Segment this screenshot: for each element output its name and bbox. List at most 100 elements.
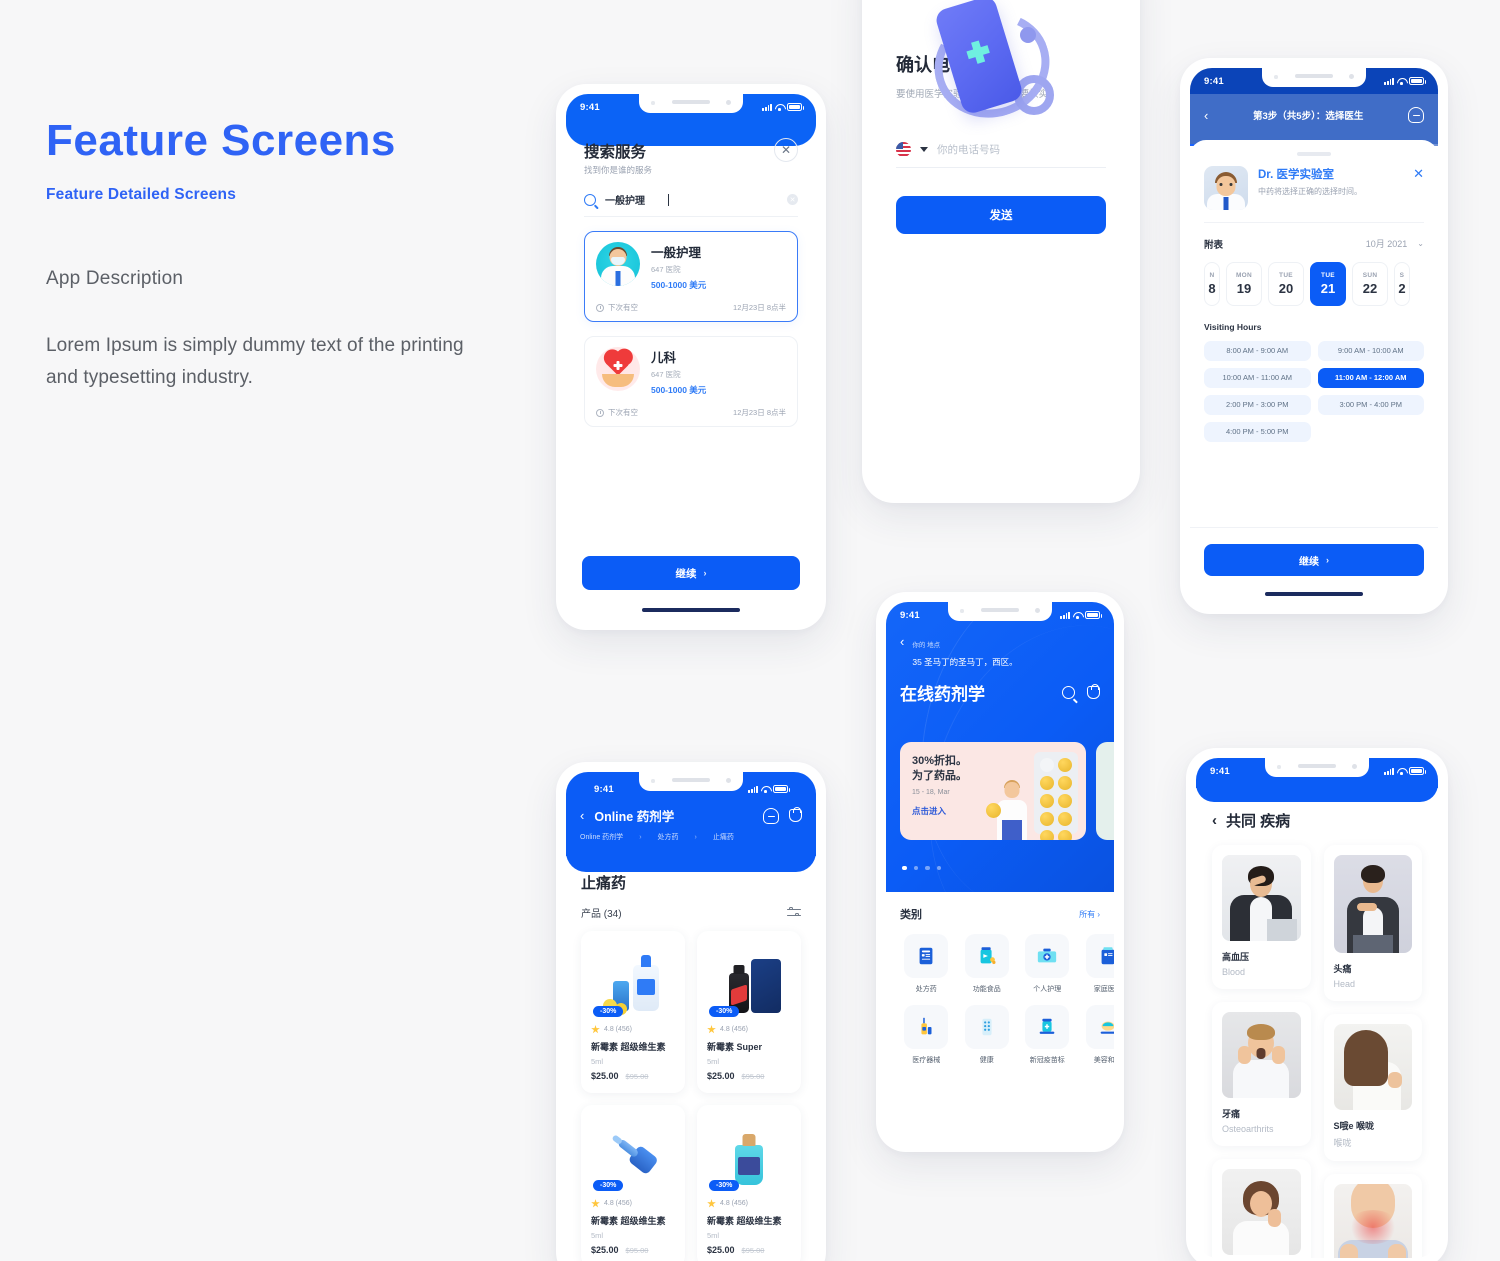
send-button[interactable]: 发送 — [896, 196, 1106, 234]
disease-card[interactable]: S哦e 喉咙 喉咙 — [1323, 1014, 1422, 1161]
disease-name: 牙痛 — [1222, 1109, 1241, 1119]
search-input[interactable]: 一般护理 ✕ — [584, 192, 798, 217]
diseases-body: ‹ 共同 疾病 高血压 Blood 牙痛 Osteoarthrits 头痛 He… — [1196, 788, 1438, 1258]
service-hospital: 647 医院 — [651, 370, 681, 379]
breadcrumb-item[interactable]: Online 药剂学 — [580, 832, 623, 842]
back-button[interactable]: ‹ — [580, 808, 584, 823]
doctor-header: 9:41 ‹ 第3步（共5步）：选择医生 — [1190, 68, 1438, 146]
time-slot-selected[interactable]: 11:00 AM - 12:00 AM — [1317, 367, 1424, 388]
promo-card-next[interactable] — [1096, 742, 1114, 840]
doctor-name: Dr. 医学实验室 — [1258, 168, 1335, 181]
calendar-day[interactable]: S 2 — [1394, 261, 1410, 306]
category-item[interactable]: 美容和照 — [1082, 1005, 1114, 1065]
product-image: -30% — [591, 941, 675, 1017]
clear-search-button[interactable]: ✕ — [787, 194, 798, 205]
category-item[interactable]: 个人护理 — [1021, 934, 1074, 994]
time-slot[interactable]: 10:00 AM - 11:00 AM — [1204, 367, 1311, 388]
product-card[interactable]: -30% 4.8 (456) 新霉素 超级维生素 5ml $25.00 $95.… — [581, 1105, 685, 1261]
clock-icon — [596, 408, 604, 417]
product-card[interactable]: -30% 4.8 (456) 新霉素 超级维生素 5ml $25.00 $95.… — [581, 931, 685, 1094]
promo-card[interactable]: 30%折扣。 为了药品。 15 - 18, Mar 点击进入 — [900, 742, 1086, 840]
calendar-day-strip[interactable]: N 8 MON 19 TUE 20 TUE 21 SUN 22 S 2 — [1204, 261, 1424, 306]
category-item[interactable]: 医疗器械 — [900, 1005, 953, 1065]
shopping-bag-icon[interactable] — [789, 806, 802, 822]
service-price: 500-1000 美元 — [651, 385, 707, 395]
battery-icon — [773, 785, 790, 793]
breadcrumb-item[interactable]: 止痛药 — [713, 832, 734, 842]
disease-photo — [1222, 855, 1301, 941]
us-flag-icon — [896, 142, 911, 157]
phone-number-field[interactable]: 你的电话号码 — [896, 142, 1106, 168]
intro-block: Feature Screens Feature Detailed Screens… — [46, 117, 516, 393]
category-label: 美容和照 — [1093, 1057, 1114, 1064]
see-all-link[interactable]: 所有 › — [1079, 909, 1100, 920]
status-icons — [1384, 767, 1426, 775]
continue-button[interactable]: 继续 › — [1204, 544, 1424, 576]
sort-icon[interactable] — [787, 906, 801, 919]
continue-button[interactable]: 继续 › — [582, 556, 800, 590]
time-slot[interactable]: 9:00 AM - 10:00 AM — [1317, 340, 1424, 361]
back-button[interactable]: ‹ — [1212, 812, 1217, 829]
home-icon[interactable] — [763, 807, 779, 824]
battery-icon — [787, 103, 804, 111]
product-image: -30% — [707, 1115, 791, 1192]
breadcrumb-item[interactable]: 处方药 — [658, 832, 679, 842]
shopping-bag-icon[interactable] — [1087, 683, 1100, 699]
speaker-grille — [672, 100, 710, 104]
doctor-sheet: Dr. 医学实验室 中药将选择正确的选择时间。 ✕ 附表 10月 2021 ⌄ … — [1190, 140, 1438, 604]
clock-icon — [596, 303, 604, 312]
discount-badge: -30% — [593, 1180, 624, 1192]
product-card[interactable]: -30% 4.8 (456) 新霉素 超级维生素 5ml $25.00 $95.… — [697, 1105, 801, 1261]
disease-card[interactable]: 牙痛 Osteoarthrits — [1212, 1002, 1311, 1146]
disease-card[interactable]: 高血压 Blood — [1212, 845, 1311, 989]
time-slot[interactable]: 8:00 AM - 9:00 AM — [1204, 340, 1311, 361]
location-row[interactable]: ‹ 你的 地点 35 圣马丁的圣马丁，西区。 — [886, 628, 1114, 670]
battery-icon — [1409, 767, 1426, 775]
service-price: 500-1000 美元 — [651, 280, 707, 290]
close-button[interactable]: ✕ — [774, 138, 798, 162]
carousel-dots[interactable] — [902, 865, 941, 870]
home-icon[interactable] — [1408, 107, 1424, 123]
month-selector[interactable]: 10月 2021 ⌄ — [1366, 237, 1424, 250]
category-item[interactable]: 家庭医学 — [1082, 934, 1114, 994]
category-title: 类别 — [900, 909, 922, 921]
time-slot[interactable]: 2:00 PM - 3:00 PM — [1204, 394, 1311, 415]
service-result-card[interactable]: 儿科 647 医院 500-1000 美元 下次有空 12月23日 8点半 — [584, 336, 798, 427]
disease-card[interactable]: 头痛 Head — [1323, 845, 1422, 1001]
calendar-day[interactable]: N 8 — [1204, 261, 1220, 306]
calendar-day[interactable]: MON 19 — [1226, 261, 1262, 306]
carousel-dot — [936, 865, 941, 870]
disease-card[interactable]: S哦e 喉咙 喉咙 — [1323, 1174, 1422, 1258]
phone-search-services: 9:41 搜索服务 找到你是谁的服务 ✕ 一般护理 ✕ 一般护理 647 医院 … — [556, 84, 826, 630]
service-card-footer: 下次有空 12月23日 8点半 — [596, 407, 786, 418]
category-item[interactable]: 功能食品 — [961, 934, 1014, 994]
calendar-day[interactable]: SUN 22 — [1352, 261, 1388, 306]
calendar-day-selected[interactable]: TUE 21 — [1310, 261, 1346, 306]
disease-subtitle: Osteoarthrits — [1222, 1124, 1274, 1134]
search-icon[interactable] — [1062, 686, 1075, 699]
product-old-price: $95.00 — [741, 1072, 765, 1082]
disease-photo — [1333, 1024, 1412, 1110]
disease-card[interactable]: 牙痛 Osteoarthrits — [1212, 1159, 1311, 1258]
chevron-down-icon[interactable] — [920, 147, 928, 152]
product-card[interactable]: -30% 4.8 (456) 新霉素 Super 5ml $25.00 $95.… — [697, 931, 801, 1094]
time-slot[interactable]: 4:00 PM - 5:00 PM — [1204, 421, 1311, 442]
category-item[interactable]: 处方药 — [900, 934, 953, 994]
back-button[interactable]: ‹ — [900, 634, 904, 649]
sheet-drag-handle[interactable] — [1297, 152, 1331, 156]
service-result-card[interactable]: 一般护理 647 医院 500-1000 美元 下次有空 12月23日 8点半 — [584, 231, 798, 322]
speaker-grille — [1295, 74, 1333, 78]
first-aid-kit-icon — [1025, 934, 1070, 978]
status-icons — [748, 785, 790, 793]
promo-carousel[interactable]: 30%折扣。 为了药品。 15 - 18, Mar 点击进入 — [900, 742, 1114, 840]
time-slot[interactable]: 3:00 PM - 4:00 PM — [1317, 394, 1424, 415]
category-item[interactable]: 新冠疫苗标 — [1021, 1005, 1074, 1065]
discount-badge: -30% — [709, 1006, 740, 1017]
phone-online-pharmacy: 9:41 ‹ 你的 地点 35 圣马丁的圣马丁，西区。 在线药剂学 30%折扣。… — [876, 592, 1124, 1152]
front-camera-icon — [726, 100, 731, 105]
calendar-day[interactable]: TUE 20 — [1268, 261, 1304, 306]
pharmacy-title-row: 在线药剂学 — [886, 670, 1114, 705]
close-button[interactable]: ✕ — [1413, 166, 1424, 182]
product-count-row: 产品 (34) — [581, 905, 801, 920]
category-item[interactable]: 健康 — [961, 1005, 1014, 1065]
